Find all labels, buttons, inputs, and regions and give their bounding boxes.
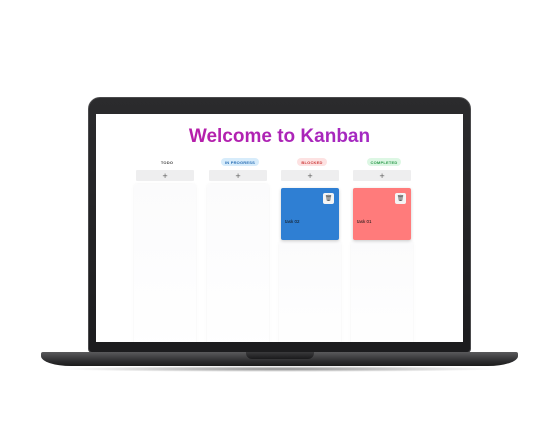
task-card-text: task 01 xyxy=(357,219,372,224)
laptop-screen: Welcome to Kanban TODO + IN PROGRESS + B… xyxy=(96,114,463,342)
add-task-button-completed[interactable]: + xyxy=(353,170,411,181)
column-todo: TODO + xyxy=(134,158,198,342)
laptop-shadow xyxy=(60,366,500,372)
column-header-blocked: BLOCKED xyxy=(297,158,327,166)
trash-icon[interactable]: 🗑 xyxy=(323,193,334,204)
add-task-button-blocked[interactable]: + xyxy=(281,170,339,181)
column-header-in-progress: IN PROGRESS xyxy=(221,158,259,166)
task-card[interactable]: 🗑 task 02 xyxy=(281,188,339,240)
column-header-completed: COMPLETED xyxy=(366,158,402,166)
trash-icon[interactable]: 🗑 xyxy=(395,193,406,204)
column-blocked: BLOCKED + 🗑 task 02 xyxy=(279,158,343,342)
add-task-button-in-progress[interactable]: + xyxy=(209,170,267,181)
column-body-blocked[interactable] xyxy=(279,241,341,342)
task-card-text: task 02 xyxy=(285,219,300,224)
laptop-mockup: Welcome to Kanban TODO + IN PROGRESS + B… xyxy=(0,0,559,447)
add-task-button-todo[interactable]: + xyxy=(136,170,194,181)
column-body-in-progress[interactable] xyxy=(207,184,269,342)
laptop-notch xyxy=(246,352,314,359)
column-completed: COMPLETED + 🗑 task 01 xyxy=(351,158,415,342)
task-card[interactable]: 🗑 task 01 xyxy=(353,188,411,240)
column-body-completed[interactable] xyxy=(351,241,413,342)
column-body-todo[interactable] xyxy=(134,184,196,342)
column-in-progress: IN PROGRESS + xyxy=(207,158,271,342)
column-header-todo: TODO xyxy=(156,158,178,166)
page-title: Welcome to Kanban xyxy=(96,126,463,148)
